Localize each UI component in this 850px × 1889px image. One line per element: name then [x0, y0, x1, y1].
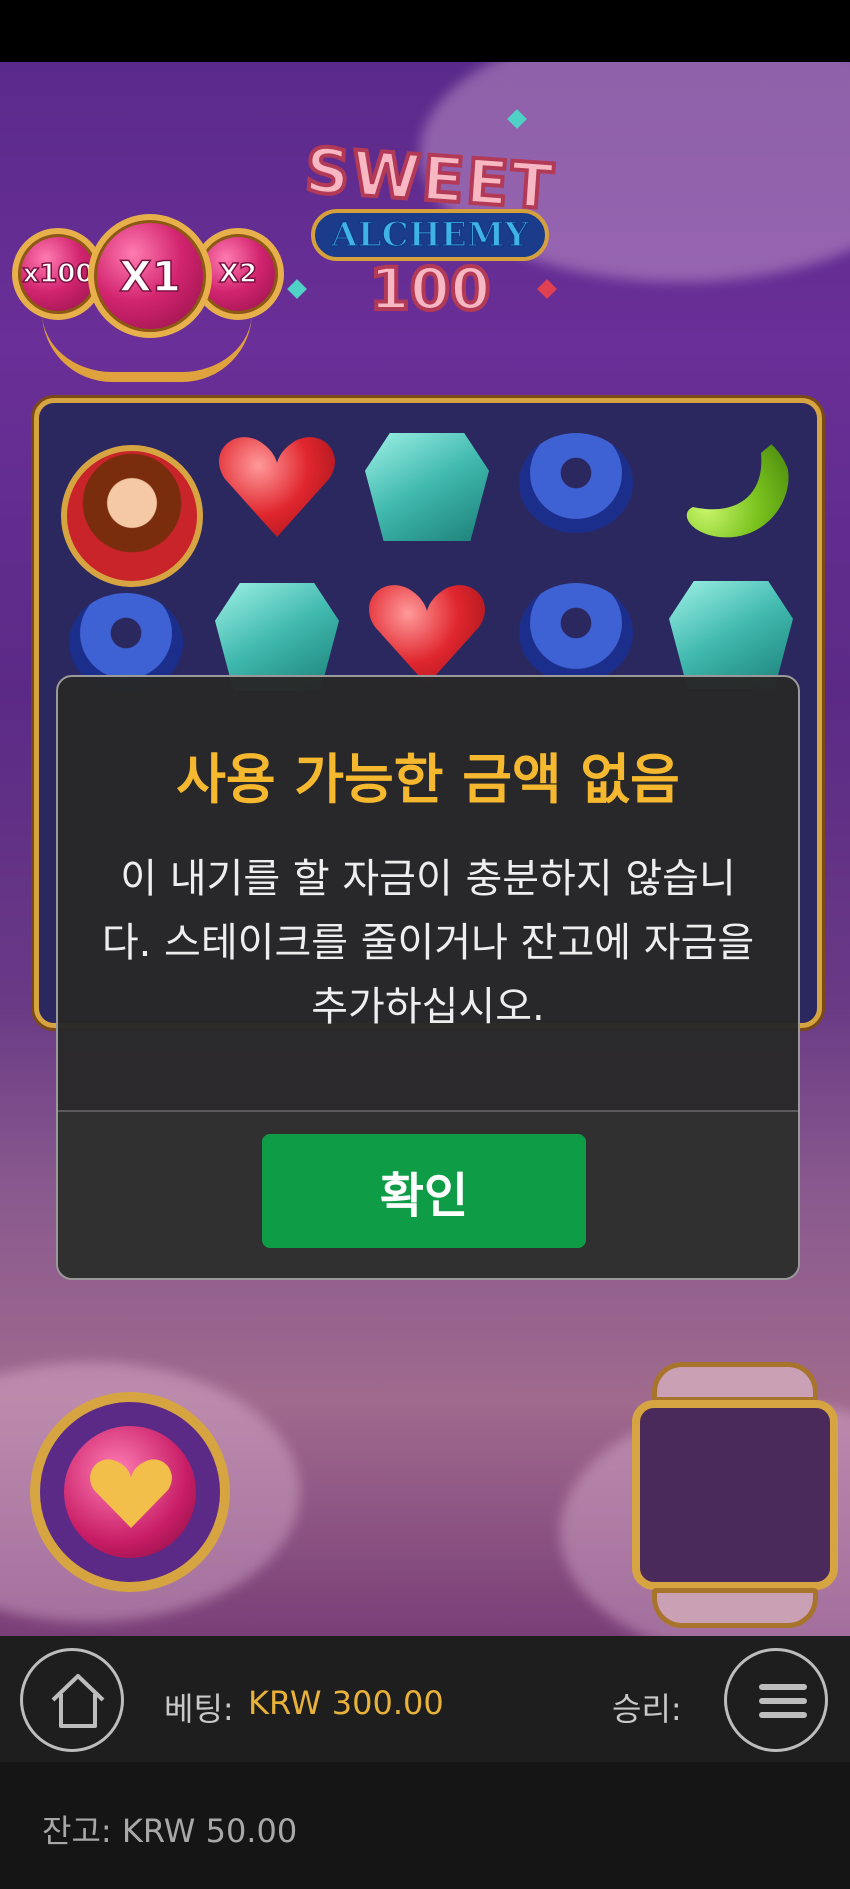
- bet-label: 베팅:: [164, 1690, 234, 1728]
- heart-emblem: [30, 1392, 238, 1614]
- heart-candy-symbol: [215, 433, 339, 541]
- character-portrait-symbol: [61, 445, 203, 587]
- logo-word-sweet: SWEET: [301, 131, 560, 225]
- home-icon: [51, 1674, 105, 1728]
- win-label: 승리:: [612, 1690, 682, 1728]
- dialog-footer: 확인: [58, 1110, 798, 1278]
- balance-value: KRW 50.00: [121, 1812, 298, 1850]
- gem-candy-symbol: [365, 433, 489, 541]
- dialog-title: 사용 가능한 금액 없음: [176, 748, 680, 811]
- multiplier-display: x100 X2 X1: [12, 162, 284, 392]
- insufficient-funds-dialog: 사용 가능한 금액 없음 이 내기를 할 자금이 충분하지 않습니다. 스테이크…: [56, 675, 800, 1280]
- balance-bar: 잔고: KRW 50.00: [0, 1762, 850, 1889]
- multiplier-value-center: X1: [118, 251, 181, 302]
- home-button[interactable]: [20, 1648, 124, 1752]
- bean-candy-symbol: [669, 433, 793, 541]
- feature-panel: [632, 1362, 838, 1628]
- status-bar: [0, 0, 850, 62]
- gem-candy-symbol: [669, 581, 793, 689]
- balance-display: 잔고: KRW 50.00: [42, 1806, 297, 1852]
- hamburger-menu-icon: [759, 1684, 807, 1718]
- multiplier-value-right: X2: [218, 258, 258, 290]
- balance-label: 잔고:: [42, 1812, 112, 1850]
- candy-sparkle: [507, 109, 527, 129]
- ring-candy-symbol: [519, 433, 633, 533]
- panel-top-cap: [652, 1362, 818, 1402]
- bottom-hud: 베팅: KRW 300.00 승리:: [0, 1636, 850, 1762]
- heart-candy-symbol: [365, 581, 489, 689]
- game-logo: SWEET ALCHEMY 100: [270, 92, 590, 325]
- panel-bottom-cap: [652, 1588, 818, 1628]
- multiplier-orb-center: X1: [88, 214, 212, 338]
- confirm-button[interactable]: 확인: [262, 1134, 586, 1248]
- dialog-message: 이 내기를 할 자금이 충분하지 않습니다. 스테이크를 줄이거나 잔고에 자금…: [101, 856, 755, 1030]
- bet-value: KRW 300.00: [248, 1684, 444, 1722]
- ring-candy-symbol: [519, 583, 633, 683]
- multiplier-value-left: x100: [22, 258, 95, 290]
- menu-button[interactable]: [724, 1648, 828, 1752]
- panel-body: [632, 1400, 838, 1590]
